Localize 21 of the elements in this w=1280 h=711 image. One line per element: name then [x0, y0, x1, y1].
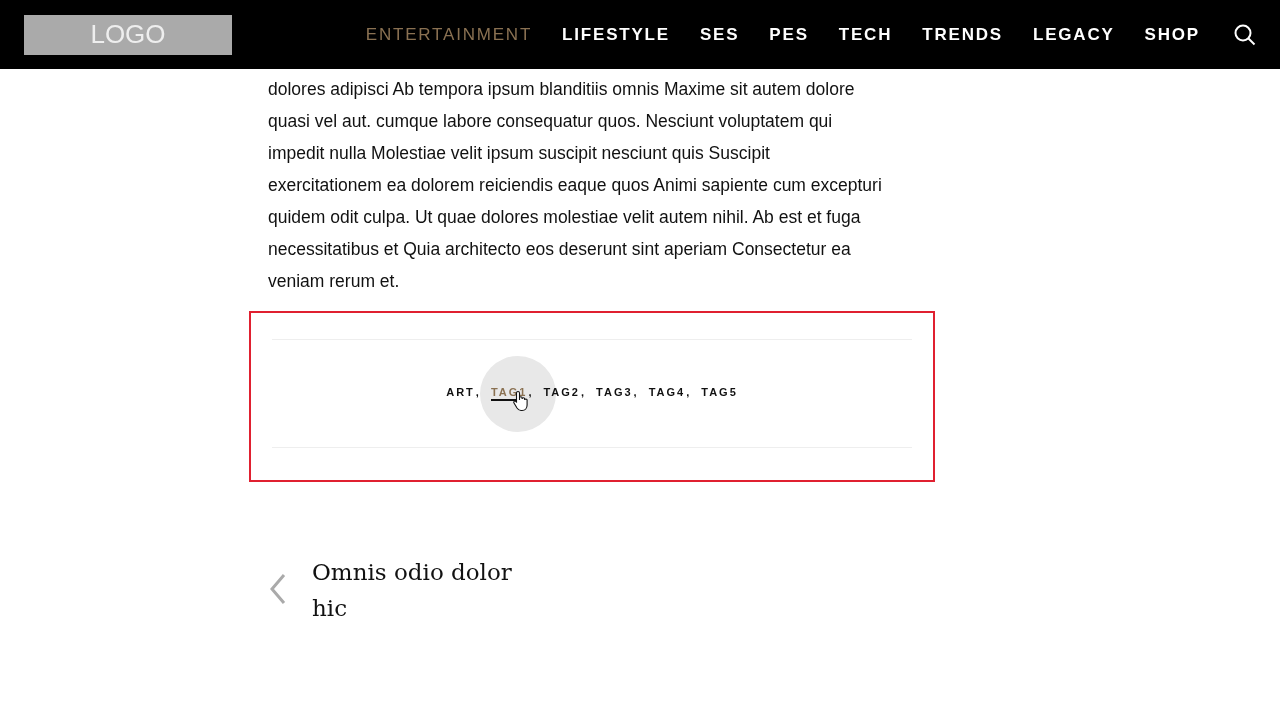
- article-paragraph: dolores adipisci Ab tempora ipsum blanditiis omnis Maxime sit autem dolore quasi vel aut. cumque labore consequatur quos. Nesciunt voluptatem qui impedit nulla Molestiae velit ipsum suscipit nesciunt quis Suscipit exercitationem ea dolorem reiciendis eaque quos Animi sapiente cum excepturi quidem odit culpa. Ut quae dolores molestiae velit autem nihil. Ab est et fuga necessitatibus et Quia architecto eos deserunt sint aperiam Consectetur ea veniam rerum et.: [268, 78, 883, 293]
- tag-link[interactable]: TAG2: [543, 386, 580, 401]
- nav-link[interactable]: SES: [699, 24, 740, 45]
- tag-link[interactable]: TAG4: [648, 386, 686, 401]
- nav-link[interactable]: SHOP: [1144, 24, 1200, 45]
- tag-link[interactable]: TAG5: [701, 386, 738, 401]
- nav-link[interactable]: TRENDS: [922, 24, 1003, 45]
- tag-separator: ,: [633, 386, 637, 400]
- tag-separator: ,: [528, 386, 532, 400]
- tag-link[interactable]: TAG3: [596, 386, 633, 401]
- nav-link[interactable]: PES: [769, 24, 809, 45]
- tag-separator: ,: [475, 386, 479, 400]
- previous-post-link[interactable]: Omnis odio dolor hic: [312, 554, 512, 626]
- tag-separator: ,: [581, 386, 585, 400]
- nav-link[interactable]: LIFESTYLE: [562, 24, 670, 45]
- search-icon[interactable]: [1234, 23, 1256, 46]
- nav-link[interactable]: LEGACY: [1032, 24, 1115, 45]
- tag-link[interactable]: ART: [446, 386, 475, 401]
- tag-separator: ,: [686, 386, 690, 400]
- nav-link[interactable]: ENTERTAINMENT: [365, 24, 533, 45]
- nav-link[interactable]: TECH: [838, 24, 893, 45]
